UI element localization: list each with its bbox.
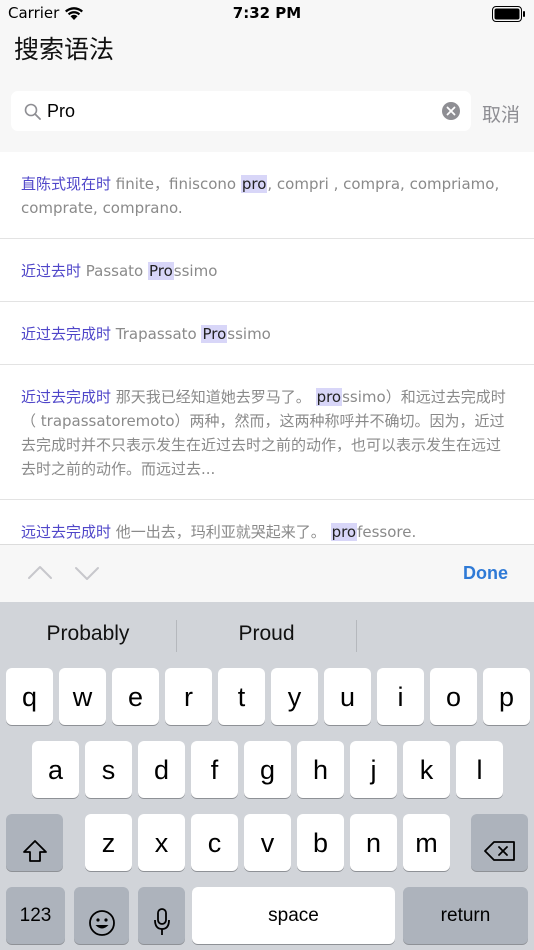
list-item[interactable]: 近过去完成时 Trapassato Prossimo	[0, 302, 534, 365]
key-l[interactable]: l	[456, 741, 503, 798]
key-v[interactable]: v	[244, 814, 291, 871]
result-text-after: fessore.	[357, 523, 417, 541]
suggestion-item[interactable]	[357, 602, 534, 666]
key-h[interactable]: h	[297, 741, 344, 798]
key-r[interactable]: r	[165, 668, 212, 725]
key-s[interactable]: s	[85, 741, 132, 798]
result-term: 近过去完成时	[21, 325, 112, 343]
key-a[interactable]: a	[32, 741, 79, 798]
numbers-key[interactable]: 123	[6, 887, 65, 944]
cancel-button[interactable]: 取消	[482, 100, 520, 127]
result-term: 直陈式现在时	[21, 175, 112, 193]
key-i[interactable]: i	[377, 668, 424, 725]
result-text-before: 他一出去，玛利亚就哭起来了。	[111, 523, 331, 541]
result-term: 近过去时	[21, 262, 82, 280]
key-c[interactable]: c	[191, 814, 238, 871]
result-match: pro	[330, 523, 358, 541]
key-z[interactable]: z	[85, 814, 132, 871]
result-text-before: Trapassato	[111, 325, 202, 343]
delete-key[interactable]	[471, 814, 528, 871]
suggestion-bar: Probably Proud	[0, 602, 534, 666]
shift-key[interactable]	[6, 814, 63, 871]
result-match: Pro	[201, 325, 228, 343]
keyboard: Probably Proud q w e r t y u i o p a s d…	[0, 602, 534, 950]
chevron-down-icon[interactable]	[74, 563, 100, 583]
key-o[interactable]: o	[430, 668, 477, 725]
key-q[interactable]: q	[6, 668, 53, 725]
search-field[interactable]	[11, 91, 471, 131]
key-g[interactable]: g	[244, 741, 291, 798]
result-term: 远过去完成时	[21, 523, 112, 541]
search-icon	[24, 103, 41, 120]
key-d[interactable]: d	[138, 741, 185, 798]
key-x[interactable]: x	[138, 814, 185, 871]
key-n[interactable]: n	[350, 814, 397, 871]
return-key[interactable]: return	[403, 887, 528, 944]
key-m[interactable]: m	[403, 814, 450, 871]
result-text-before: finite，finiscono	[111, 175, 241, 193]
suggestion-item[interactable]: Proud	[177, 602, 356, 666]
list-item[interactable]: 近过去完成时 那天我已经知道她去罗马了。 prossimo）和远过去完成时（ t…	[0, 365, 534, 500]
result-text-after: ssimo	[227, 325, 271, 343]
search-input[interactable]	[47, 91, 437, 131]
result-match: pro	[315, 388, 343, 406]
key-e[interactable]: e	[112, 668, 159, 725]
result-text-before: 那天我已经知道她去罗马了。	[111, 388, 316, 406]
key-p[interactable]: p	[483, 668, 530, 725]
result-match: pro	[240, 175, 268, 193]
emoji-key[interactable]	[74, 887, 129, 944]
key-u[interactable]: u	[324, 668, 371, 725]
microphone-key[interactable]	[138, 887, 185, 944]
clear-icon[interactable]	[442, 102, 460, 120]
key-f[interactable]: f	[191, 741, 238, 798]
list-item[interactable]: 远过去完成时 他一出去，玛利亚就哭起来了。 professore.	[0, 500, 534, 544]
result-term: 近过去完成时	[21, 388, 112, 406]
status-bar: Carrier 7:32 PM	[0, 0, 534, 28]
keyboard-toolbar: Done	[0, 544, 534, 602]
results-list: 直陈式现在时 finite，finiscono pro, compri , co…	[0, 152, 534, 544]
result-text-before: Passato	[81, 262, 148, 280]
space-key[interactable]: space	[192, 887, 395, 944]
search-bar: 取消	[0, 78, 534, 152]
emoji-icon	[88, 909, 115, 936]
key-t[interactable]: t	[218, 668, 265, 725]
list-item[interactable]: 直陈式现在时 finite，finiscono pro, compri , co…	[0, 152, 534, 239]
chevron-up-icon[interactable]	[27, 563, 53, 583]
key-k[interactable]: k	[403, 741, 450, 798]
battery-icon	[492, 6, 525, 22]
done-button[interactable]: Done	[463, 563, 508, 584]
list-item[interactable]: 近过去时 Passato Prossimo	[0, 239, 534, 302]
key-j[interactable]: j	[350, 741, 397, 798]
result-text-after: ssimo	[173, 262, 218, 280]
key-w[interactable]: w	[59, 668, 106, 725]
delete-icon	[483, 841, 515, 861]
page-title: 搜索语法	[14, 35, 115, 64]
key-b[interactable]: b	[297, 814, 344, 871]
suggestion-item[interactable]: Probably	[0, 602, 176, 666]
microphone-icon	[153, 908, 170, 935]
result-match: Pro	[148, 262, 174, 280]
status-time: 7:32 PM	[232, 4, 302, 22]
shift-icon	[22, 839, 47, 862]
key-y[interactable]: y	[271, 668, 318, 725]
